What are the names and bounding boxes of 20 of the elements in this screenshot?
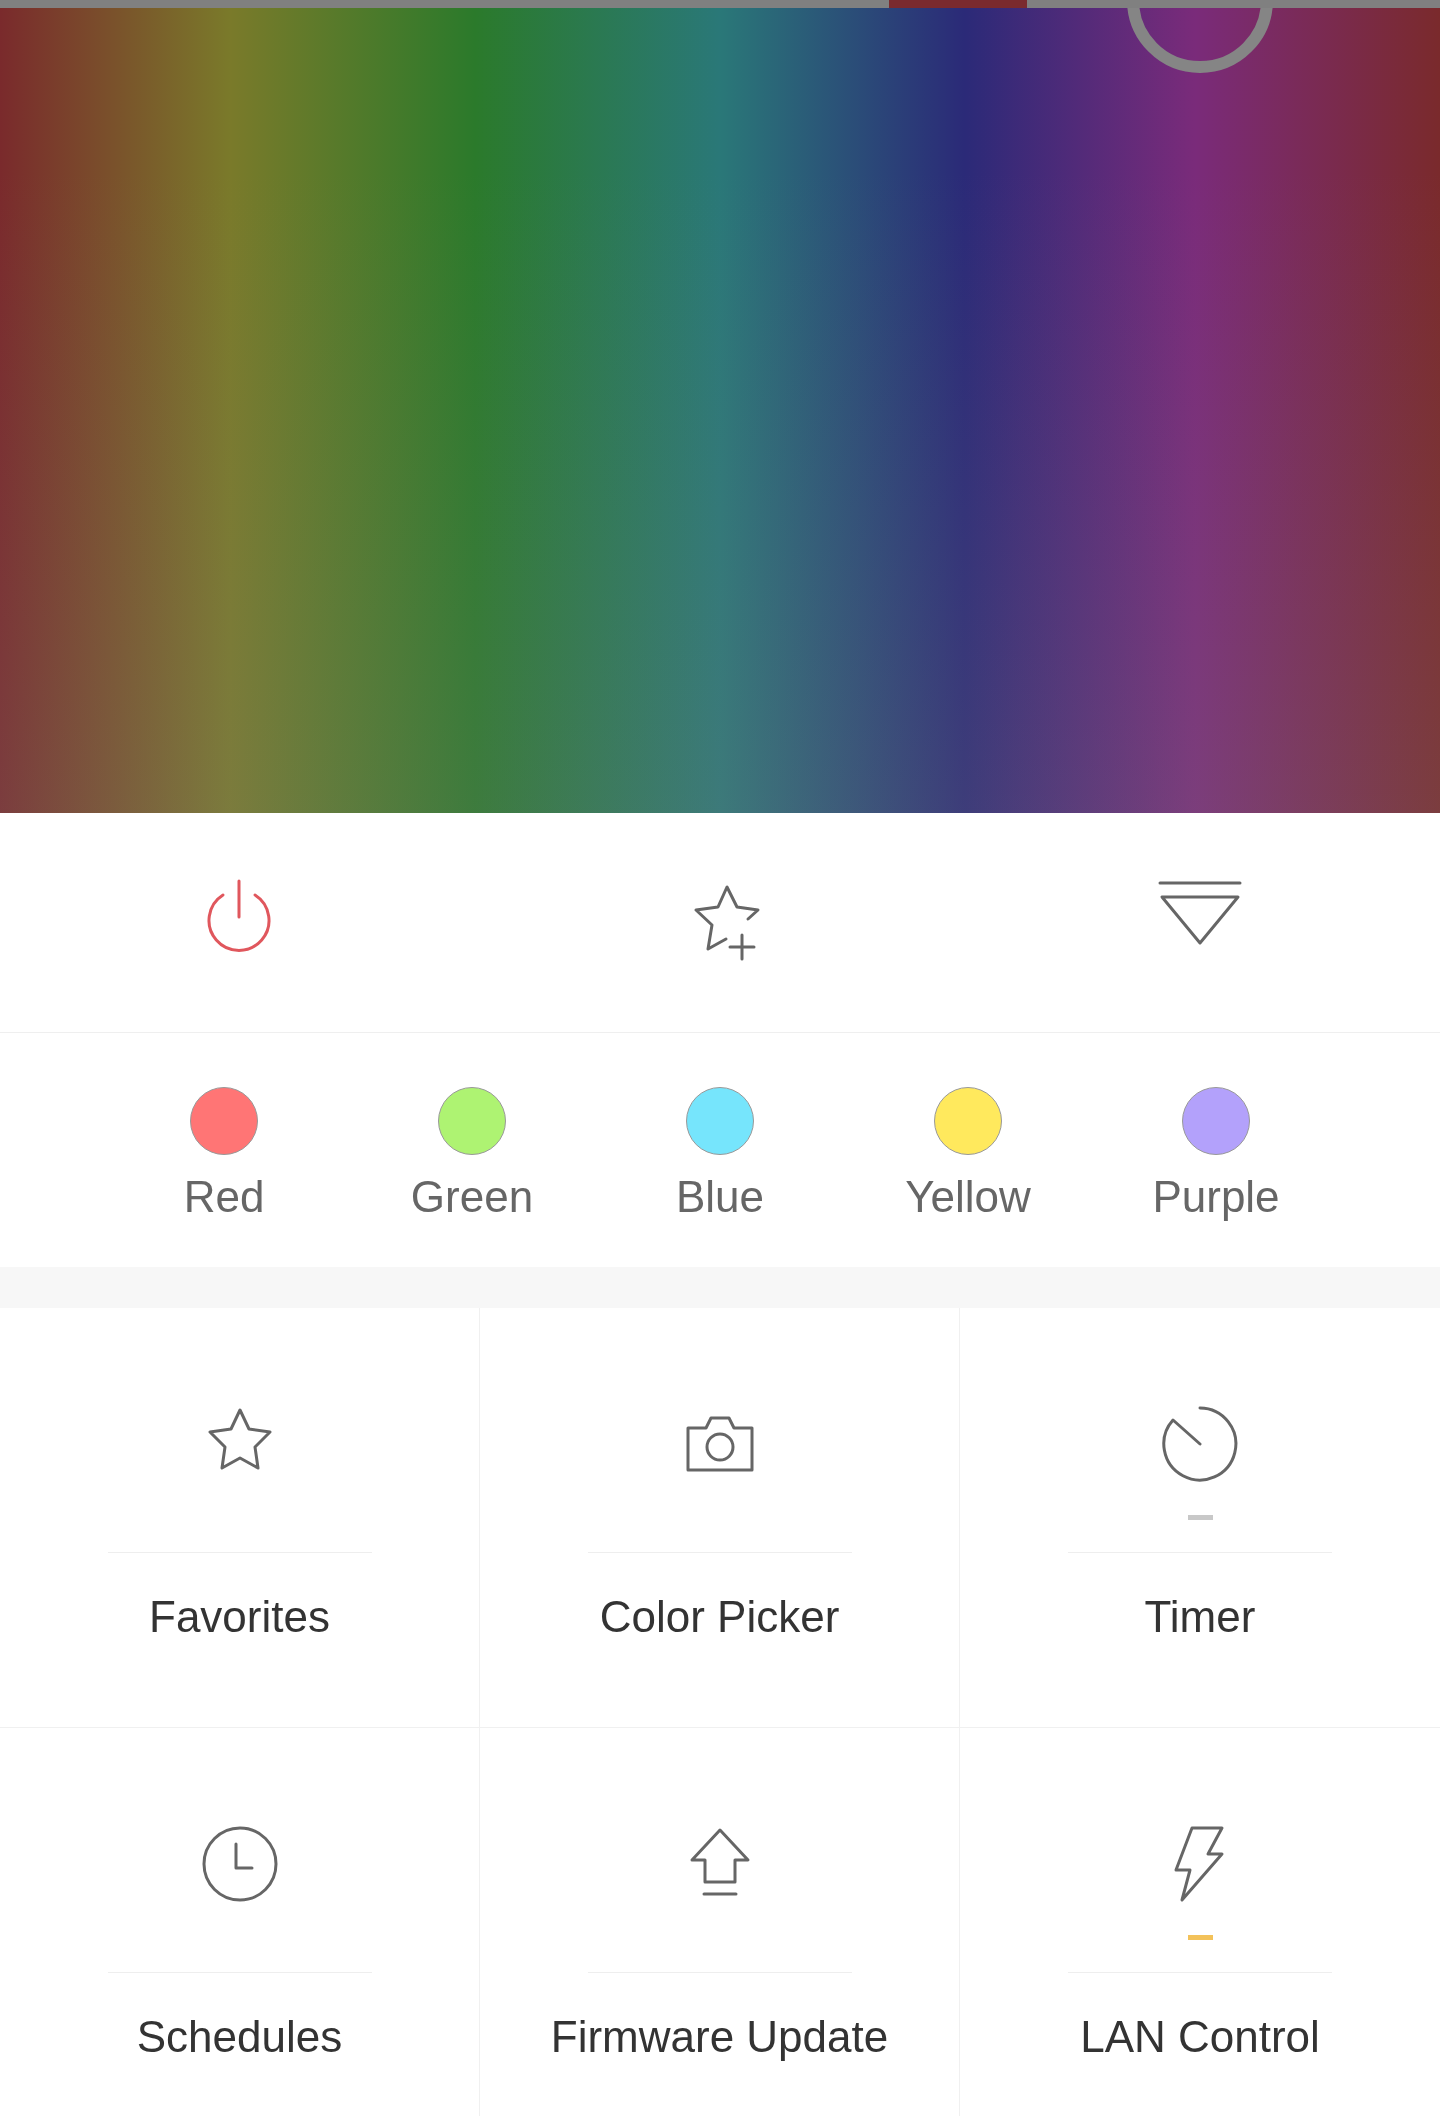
feature-tile[interactable]: LAN Control: [960, 1728, 1440, 2116]
swatch-label: Purple: [1152, 1171, 1280, 1223]
swatch-label: Red: [183, 1171, 265, 1223]
swatch-label: Green: [410, 1171, 534, 1223]
feature-tile[interactable]: Timer: [960, 1308, 1440, 1728]
feature-tile[interactable]: Color Picker: [480, 1308, 960, 1728]
tile-label: Schedules: [136, 2011, 343, 2063]
feature-tile[interactable]: Schedules: [0, 1728, 480, 2116]
tile-label: LAN Control: [1080, 2011, 1320, 2063]
hue-marker[interactable]: [888, 0, 1027, 8]
tile-label: Firmware Update: [550, 2011, 889, 2063]
tile-label: Color Picker: [599, 1591, 840, 1643]
feature-tile[interactable]: Firmware Update: [480, 1728, 960, 2116]
swatch-label: Blue: [675, 1171, 765, 1223]
tile-label: Favorites: [149, 1591, 330, 1643]
swatch-label: Yellow: [905, 1171, 1031, 1223]
timer-icon: [1160, 1404, 1240, 1484]
tile-label: Timer: [1144, 1591, 1256, 1643]
color-spectrum[interactable]: [0, 8, 1440, 813]
feature-tile[interactable]: Favorites: [0, 1308, 480, 1728]
